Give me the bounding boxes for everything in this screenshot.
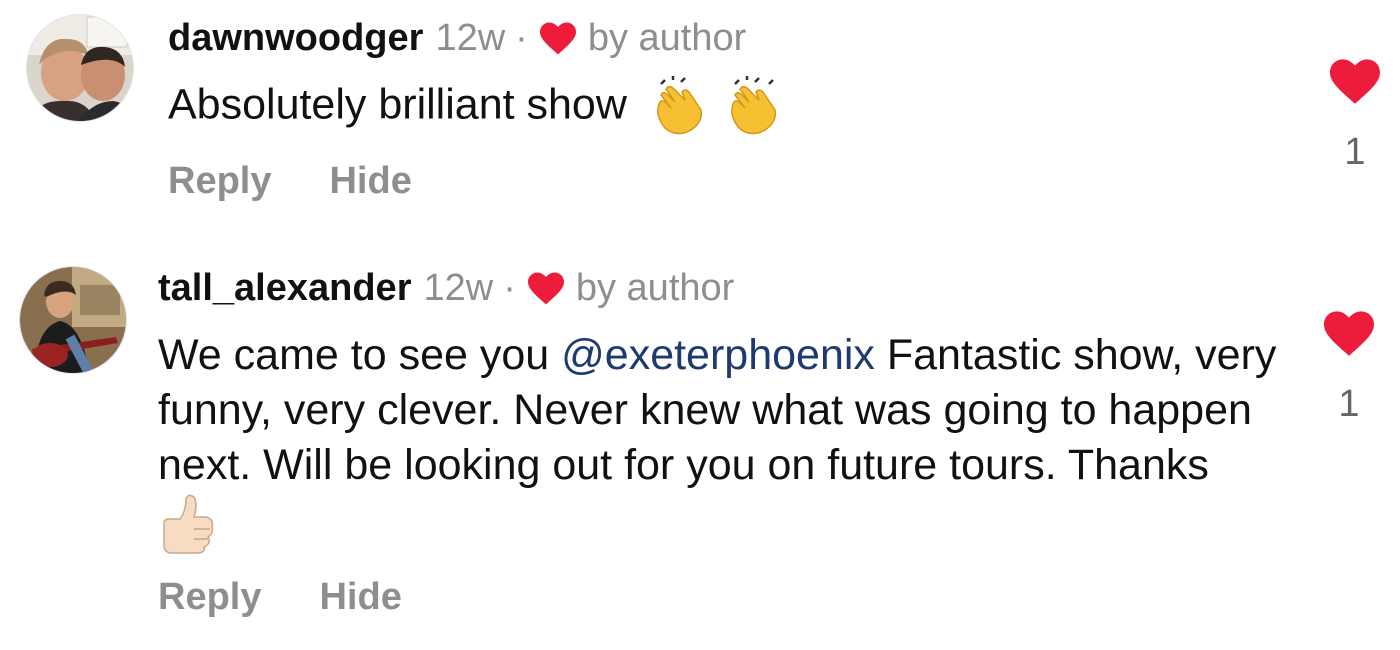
comment-actions: Reply Hide — [158, 576, 460, 619]
liked-by-author-label: by author — [575, 267, 735, 309]
avatar-photo — [20, 267, 126, 373]
separator-dot: · — [515, 17, 528, 59]
comment-header: dawnwoodger 12w · by author — [168, 16, 746, 60]
heart-icon[interactable] — [1327, 56, 1383, 106]
hide-button[interactable]: Hide — [319, 576, 401, 619]
heart-icon — [539, 22, 576, 55]
comment-header: tall_alexander 12w · by author — [158, 266, 734, 310]
separator-dot: · — [503, 267, 516, 309]
comment-text: We came to see you @exeterphoenix Fantas… — [158, 328, 1278, 555]
timestamp[interactable]: 12w — [435, 16, 505, 60]
reply-button[interactable]: Reply — [168, 160, 271, 203]
comment-body-start: We came to see you — [158, 331, 562, 379]
hide-button[interactable]: Hide — [329, 160, 411, 203]
like-count: 1 — [1344, 131, 1366, 173]
heart-icon — [527, 272, 564, 305]
avatar[interactable] — [26, 14, 134, 122]
avatar-photo — [27, 15, 133, 121]
liked-by-author-label: by author — [587, 17, 747, 59]
clapping-hands-icon — [730, 76, 776, 135]
comment-actions: Reply Hide — [168, 160, 470, 203]
avatar[interactable] — [19, 266, 127, 374]
thumbs-up-icon — [163, 494, 214, 554]
comment-text: Absolutely brilliant show — [168, 76, 1068, 138]
heart-icon[interactable] — [1321, 308, 1377, 358]
mention-link[interactable]: @exeterphoenix — [561, 331, 875, 379]
comment-item: tall_alexander 12w · by author We came t… — [0, 250, 1400, 650]
username[interactable]: tall_alexander — [158, 266, 411, 310]
like-count: 1 — [1338, 383, 1360, 425]
comment-item: dawnwoodger 12w · by author Absolutely b… — [0, 0, 1400, 240]
reply-button[interactable]: Reply — [158, 576, 261, 619]
clapping-hands-icon — [656, 76, 702, 135]
username[interactable]: dawnwoodger — [168, 16, 423, 60]
like-control: 1 — [1314, 308, 1384, 426]
timestamp[interactable]: 12w — [423, 266, 493, 310]
like-control: 1 — [1320, 56, 1390, 174]
comment-body: Absolutely brilliant show — [168, 80, 627, 129]
